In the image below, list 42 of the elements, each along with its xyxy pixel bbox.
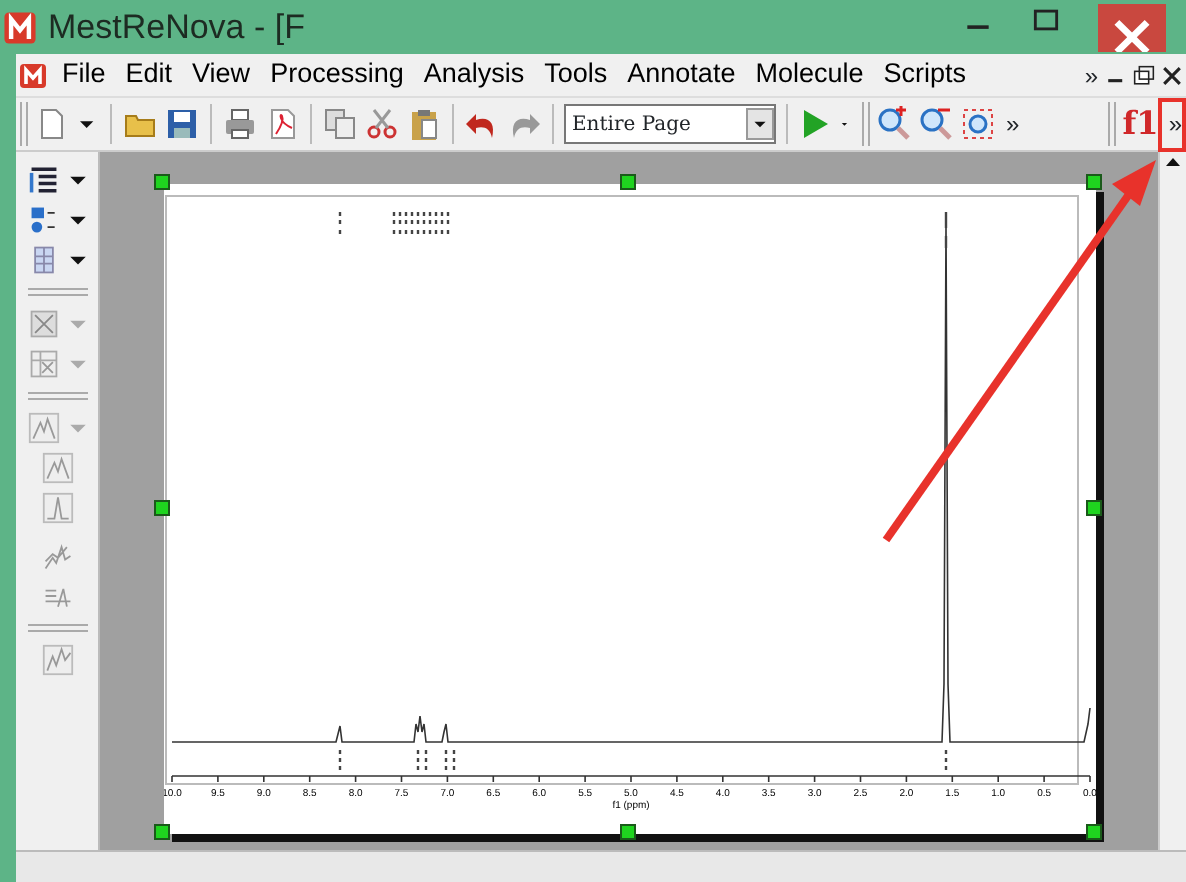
window-title: MestReNova - [F (48, 5, 305, 50)
restore-icon[interactable] (1130, 61, 1158, 89)
resize-handle[interactable] (154, 824, 170, 840)
list-icon[interactable] (27, 164, 59, 196)
spectrum-icon[interactable] (41, 452, 73, 484)
formula-button[interactable]: f1 (1122, 100, 1159, 148)
horizontal-scrollbar[interactable] (16, 850, 1186, 882)
menu-item[interactable]: Annotate (617, 54, 746, 96)
zoom-in-icon[interactable] (876, 106, 912, 142)
menu-item[interactable]: Analysis (413, 54, 535, 96)
zoom-fit-icon[interactable] (960, 106, 996, 142)
print-icon[interactable] (222, 106, 258, 142)
resize-handle[interactable] (154, 499, 170, 515)
menu-item[interactable]: Scripts (873, 54, 976, 96)
menu-item[interactable]: File (52, 54, 116, 96)
scissors-icon[interactable] (364, 106, 400, 142)
app-logo-icon (0, 7, 40, 47)
menu-overflow-button[interactable]: » (1080, 57, 1102, 93)
toolbar-overflow-button[interactable]: » (1164, 106, 1186, 142)
clipboard-icon[interactable] (406, 106, 442, 142)
menu-item[interactable]: Molecule (745, 54, 874, 96)
close-icon[interactable] (1158, 61, 1186, 89)
peak-icon[interactable] (41, 492, 73, 524)
vertical-scrollbar[interactable] (1158, 152, 1186, 850)
save-icon[interactable] (164, 106, 200, 142)
layout-icon[interactable] (27, 204, 59, 236)
spectrum-icon[interactable] (27, 412, 59, 444)
menu-item[interactable]: View (182, 54, 261, 96)
menu-item[interactable]: Edit (115, 54, 183, 96)
resize-handle[interactable] (1086, 174, 1102, 190)
resize-handle[interactable] (620, 174, 636, 190)
copy-icon[interactable] (322, 106, 358, 142)
zoom-out-icon[interactable] (918, 106, 954, 142)
resize-handle[interactable] (1086, 824, 1102, 840)
zoom-mode-dropdown[interactable]: Entire Page (564, 104, 776, 144)
toolbar-overflow-button[interactable]: » (1002, 106, 1024, 142)
menu-item[interactable]: Processing (260, 54, 414, 96)
stacked-spectra-icon[interactable] (41, 540, 73, 572)
resize-handle[interactable] (154, 174, 170, 190)
table-icon[interactable] (27, 348, 59, 380)
resize-handle[interactable] (620, 824, 636, 840)
menu-item[interactable]: Tools (534, 54, 618, 96)
